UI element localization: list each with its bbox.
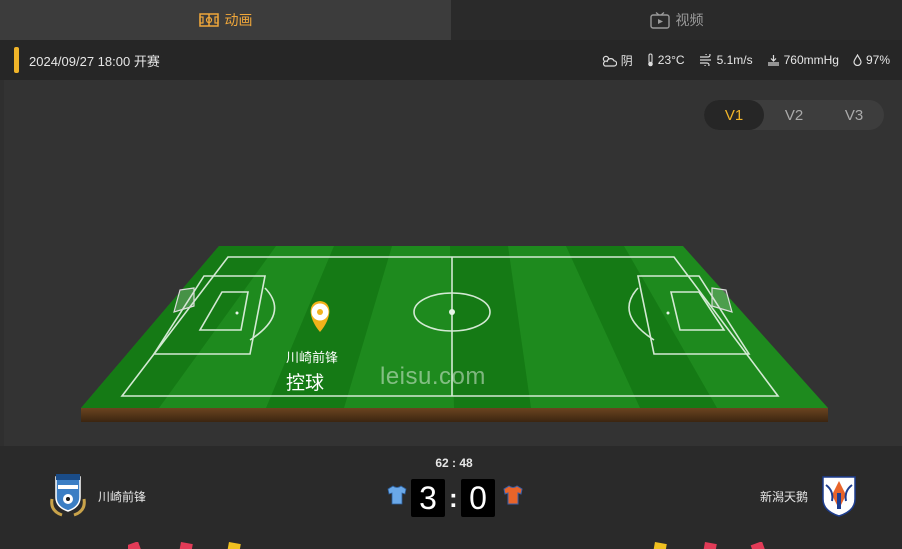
pitch-soil-edge: [81, 408, 828, 422]
thermometer-icon: [647, 53, 654, 67]
tab-video[interactable]: 视频: [451, 0, 902, 40]
score-separator: :: [449, 482, 458, 513]
weather-humidity: 97%: [853, 53, 890, 67]
scoreboard: 川崎前锋 62 : 48 3 : 0 新潟天鹅: [0, 446, 902, 549]
weather-condition-text: 阴: [620, 53, 633, 68]
away-team-name: 新潟天鹅: [759, 490, 808, 504]
animation-stage: V1 V2 V3 川崎前锋 控球 leisu.com: [4, 80, 902, 446]
cloudy-icon: [601, 54, 617, 67]
away-score: 0: [461, 479, 495, 517]
home-card-events: [128, 542, 241, 549]
home-score: 3: [411, 479, 445, 517]
home-team-name: 川崎前锋: [98, 490, 147, 504]
tab-bar: 动画 视频: [0, 0, 902, 40]
droplet-icon: [853, 54, 862, 66]
match-datetime: 2024/09/27 18:00 开赛: [29, 53, 160, 69]
weather-temperature: 23°C: [647, 53, 685, 67]
accent-marker: [14, 47, 19, 73]
away-shirt-icon: [502, 484, 524, 511]
score-display: 3 : 0: [411, 479, 495, 517]
ball-possession-team: 川崎前锋: [286, 350, 339, 365]
wind-text: 5.1m/s: [716, 53, 753, 67]
away-team-crest-icon: [820, 473, 858, 522]
weather-info: 阴 23°C 5.1m/s 760mmHg 97%: [601, 52, 890, 69]
humidity-text: 97%: [865, 53, 890, 67]
weather-wind: 5.1m/s: [699, 53, 753, 67]
right-penalty-spot: [666, 311, 670, 315]
away-card-events: [653, 542, 766, 549]
pressure-icon: [767, 54, 780, 66]
football-pitch: [81, 246, 828, 422]
center-spot: [449, 309, 455, 315]
match-clock: 62 : 48: [435, 456, 473, 470]
weather-pressure: 760mmHg: [767, 53, 839, 67]
match-info-bar: 2024/09/27 18:00 开赛 阴 23°C 5.1m/s 760mmH…: [0, 40, 902, 80]
ball-possession-action: 控球: [286, 373, 325, 394]
home-shirt-icon: [386, 484, 408, 511]
wind-icon: [699, 54, 713, 66]
watermark: leisu.com: [380, 363, 486, 390]
tab-video-label: 视频: [675, 12, 704, 28]
pressure-text: 760mmHg: [783, 53, 839, 67]
pitch-icon: [198, 13, 219, 27]
tv-icon: [649, 11, 670, 29]
home-team-crest-icon: [46, 471, 90, 522]
tab-animation-label: 动画: [224, 12, 253, 28]
tab-animation[interactable]: 动画: [0, 0, 451, 40]
weather-condition: 阴: [601, 52, 633, 69]
match-live-widget: 动画 视频 2024/09/27 18:00 开赛 阴 23°C 5.1m/s: [0, 0, 902, 549]
temperature-text: 23°C: [657, 53, 685, 67]
left-penalty-spot: [235, 311, 239, 315]
